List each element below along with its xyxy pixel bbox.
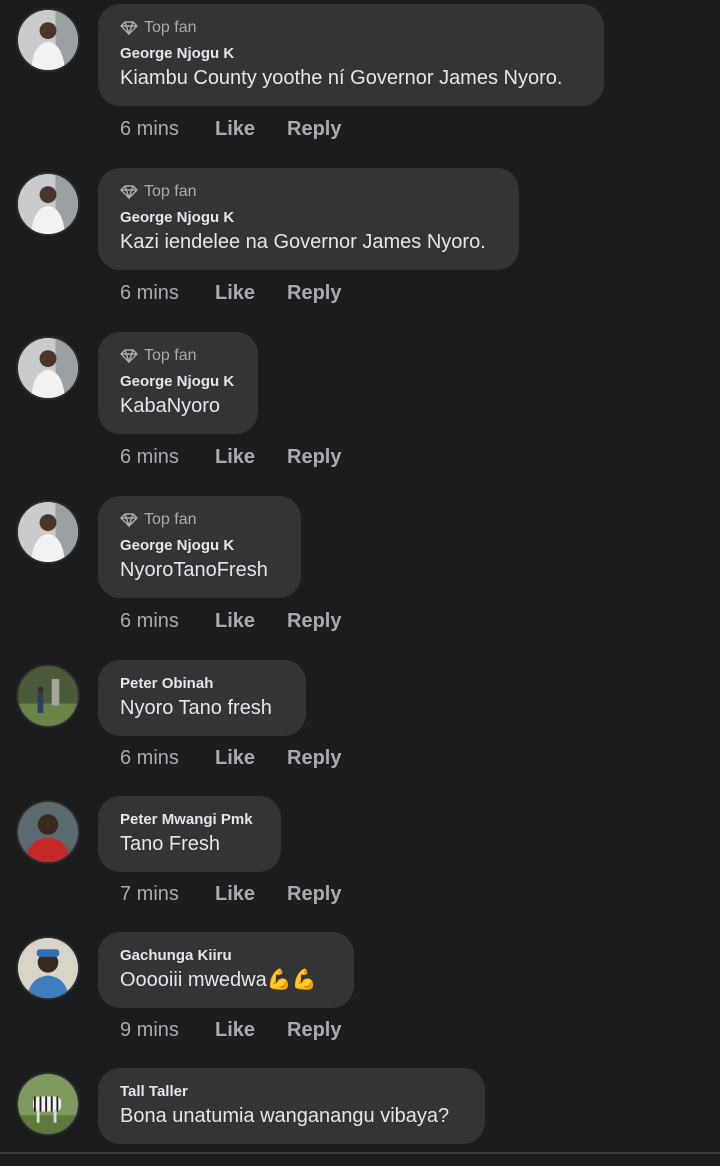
comment-text: Tano Fresh [120, 833, 221, 855]
badge-label: Top fan [144, 183, 197, 200]
timestamp[interactable]: 7 mins [120, 883, 215, 906]
author-name[interactable]: Tall Taller [120, 1082, 463, 1102]
comment-bubble: Peter Obinah Nyoro Tano fresh [98, 660, 306, 736]
comment-text: Kazi iendelee na Governor James Nyoro. [120, 231, 486, 253]
comment-actions: 6 mins Like Reply [120, 282, 341, 305]
comment-bubble: Top fan George Njogu K NyoroTanoFresh [98, 496, 301, 598]
timestamp[interactable]: 6 mins [120, 610, 215, 633]
reply-button[interactable]: Reply [287, 446, 341, 469]
avatar[interactable] [16, 8, 80, 72]
avatar-photo-icon [18, 802, 78, 862]
avatar-photo-icon [18, 666, 78, 726]
author-name[interactable]: Gachunga Kiiru [120, 946, 332, 966]
author-name[interactable]: George Njogu K [120, 536, 279, 556]
avatar[interactable] [16, 336, 80, 400]
comment-text: KabaNyoro [120, 395, 221, 417]
divider [0, 1152, 720, 1154]
avatar-photo-icon [18, 174, 78, 234]
author-name[interactable]: George Njogu K [120, 44, 582, 64]
reply-button[interactable]: Reply [287, 282, 341, 305]
timestamp[interactable]: 6 mins [120, 118, 215, 141]
comment-actions: 7 mins Like Reply [120, 883, 341, 906]
reply-button[interactable]: Reply [287, 883, 341, 906]
avatar-photo-icon [18, 10, 78, 70]
avatar[interactable] [16, 800, 80, 864]
timestamp[interactable]: 9 mins [120, 1019, 215, 1042]
badge-label: Top fan [144, 347, 197, 364]
top-fan-badge: Top fan [120, 18, 582, 38]
avatar-photo-icon [18, 938, 78, 998]
comment-actions: 6 mins Like Reply [120, 446, 341, 469]
avatar-photo-icon [18, 1074, 78, 1134]
timestamp[interactable]: 6 mins [120, 747, 215, 770]
timestamp[interactable]: 6 mins [120, 282, 215, 305]
avatar[interactable] [16, 1072, 80, 1136]
diamond-icon [120, 21, 138, 35]
avatar[interactable] [16, 936, 80, 1000]
like-button[interactable]: Like [215, 446, 287, 469]
like-button[interactable]: Like [215, 747, 287, 770]
comment-bubble: Tall Taller Bona unatumia wanganangu vib… [98, 1068, 485, 1144]
flexed-biceps-icon: 💪💪 [266, 969, 317, 991]
top-fan-badge: Top fan [120, 510, 279, 530]
like-button[interactable]: Like [215, 1019, 287, 1042]
comment-bubble: Top fan George Njogu K KabaNyoro [98, 332, 258, 434]
comment-text: Nyoro Tano fresh [120, 697, 272, 719]
avatar[interactable] [16, 500, 80, 564]
diamond-icon [120, 349, 138, 363]
badge-label: Top fan [144, 19, 197, 36]
reply-button[interactable]: Reply [287, 610, 341, 633]
reply-button[interactable]: Reply [287, 747, 341, 770]
comment-text-content: Ooooiii mwedwa [120, 969, 267, 991]
author-name[interactable]: Peter Obinah [120, 674, 284, 694]
avatar[interactable] [16, 664, 80, 728]
comment-bubble: Top fan George Njogu K Kazi iendelee na … [98, 168, 519, 270]
comment-text: Bona unatumia wanganangu vibaya? [120, 1105, 450, 1127]
reply-button[interactable]: Reply [287, 1019, 341, 1042]
like-button[interactable]: Like [215, 282, 287, 305]
avatar-photo-icon [18, 338, 78, 398]
diamond-icon [120, 513, 138, 527]
comment-actions: 6 mins Like Reply [120, 118, 341, 141]
top-fan-badge: Top fan [120, 182, 497, 202]
author-name[interactable]: George Njogu K [120, 372, 236, 392]
comment-actions: 6 mins Like Reply [120, 610, 341, 633]
comment-actions: 6 mins Like Reply [120, 747, 341, 770]
author-name[interactable]: Peter Mwangi Pmk [120, 810, 259, 830]
like-button[interactable]: Like [215, 118, 287, 141]
author-name[interactable]: George Njogu K [120, 208, 497, 228]
diamond-icon [120, 185, 138, 199]
comment-actions: 9 mins Like Reply [120, 1019, 341, 1042]
comment-bubble: Peter Mwangi Pmk Tano Fresh [98, 796, 281, 872]
timestamp[interactable]: 6 mins [120, 446, 215, 469]
reply-button[interactable]: Reply [287, 118, 341, 141]
like-button[interactable]: Like [215, 883, 287, 906]
comment-bubble: Gachunga Kiiru Ooooiii mwedwa💪💪 [98, 932, 354, 1008]
top-fan-badge: Top fan [120, 346, 236, 366]
comment-bubble: Top fan George Njogu K Kiambu County yoo… [98, 4, 604, 106]
comment-text: Ooooiii mwedwa💪💪 [120, 966, 332, 994]
like-button[interactable]: Like [215, 610, 287, 633]
avatar-photo-icon [18, 502, 78, 562]
comment-text: Kiambu County yoothe ní Governor James N… [120, 67, 563, 89]
badge-label: Top fan [144, 511, 197, 528]
avatar[interactable] [16, 172, 80, 236]
comment-text: NyoroTanoFresh [120, 559, 268, 581]
